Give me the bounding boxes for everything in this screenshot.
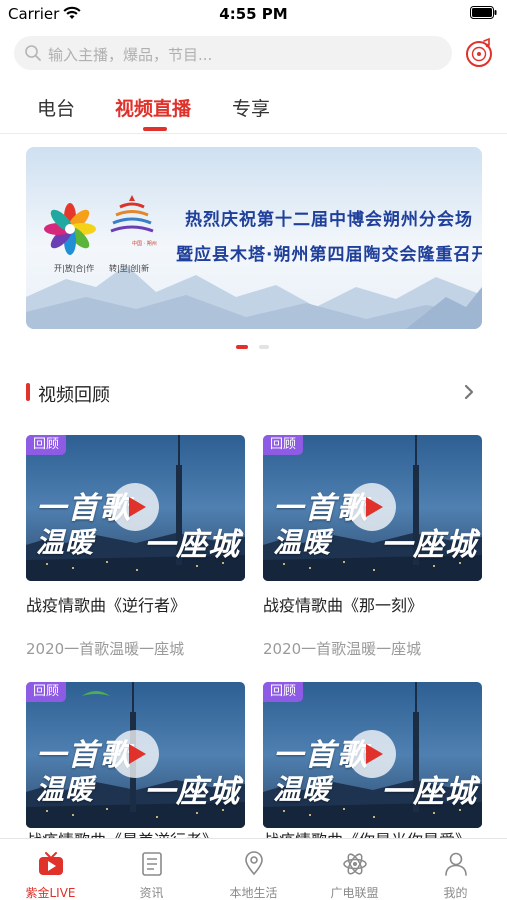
video-subtitle: 2020一首歌温暖一座城 (263, 640, 422, 658)
thumbnail-caption: 温暖 (273, 773, 332, 806)
review-badge: 回顾 (26, 435, 66, 455)
video-thumbnail[interactable]: 回顾 一首歌 温暖 一座城 (26, 435, 245, 581)
video-thumbnail[interactable]: 回顾 一首歌 温暖 一座城 (26, 682, 245, 828)
search-input[interactable]: 输入主播，爆品，节目... (14, 36, 452, 70)
status-time: 4:55 PM (219, 5, 288, 23)
bottom-tab-me[interactable]: 我的 (405, 839, 506, 900)
bottom-tab-alliance[interactable]: 广电联盟 (304, 839, 405, 900)
bottom-tab-label: 我的 (443, 886, 468, 900)
news-icon (142, 852, 162, 876)
logo-right-slogan: 转|型|创|新 (109, 264, 150, 273)
logo-left-slogan: 开|放|合|作 (54, 264, 95, 273)
battery-icon (470, 6, 497, 19)
banner-headline-1: 热烈庆祝第十二届中博会朔州分会场 (185, 210, 473, 230)
review-badge: 回顾 (263, 682, 303, 702)
tab-video-live[interactable]: 视频直播 (115, 94, 191, 121)
section-accent-bar (26, 383, 30, 401)
play-icon[interactable] (110, 729, 160, 779)
video-thumbnail[interactable]: 回顾 一首歌 温暖 一座城 (263, 435, 482, 581)
tab-indicator (143, 127, 167, 131)
tower-logo-icon (110, 195, 154, 233)
review-badge: 回顾 (263, 435, 303, 455)
bottom-tab-live[interactable]: 紫金LIVE (0, 839, 101, 900)
status-bar: Carrier 4:55 PM (0, 0, 507, 28)
bottom-tab-news[interactable]: 资讯 (101, 839, 202, 900)
video-subtitle: 2020一首歌温暖一座城 (26, 640, 185, 658)
video-card[interactable]: 回顾 一首歌 温暖 一座城 战疫情歌曲《最美逆行者》 (26, 682, 245, 841)
bottom-tab-label: 广电联盟 (330, 886, 379, 900)
record-button[interactable] (463, 37, 495, 69)
banner-headline-2: 暨应县木塔·朔州第四届陶交会隆重召开 (176, 245, 482, 265)
bottom-tab-bar: 紫金LIVE 资讯 本地生活 广电联盟 我的 (0, 838, 507, 900)
bottom-tab-label: 紫金LIVE (25, 886, 76, 900)
section-title: 视频回顾 (38, 385, 110, 406)
thumbnail-caption: 温暖 (36, 526, 95, 559)
user-icon (445, 852, 467, 876)
video-title: 战疫情歌曲《那一刻》 (263, 596, 424, 615)
pager-dot[interactable] (259, 345, 269, 349)
tab-radio[interactable]: 电台 (37, 94, 75, 121)
search-icon (25, 45, 41, 61)
atom-icon (343, 853, 367, 875)
banner[interactable]: 中国 · 朔州 开|放|合|作 转|型|创|新 热烈庆祝第十二届中博会朔州分会场… (26, 147, 482, 329)
logo-right-caption: 中国 · 朔州 (132, 241, 157, 247)
play-icon[interactable] (347, 729, 397, 779)
tv-icon (39, 852, 63, 875)
chevron-right-icon[interactable] (462, 383, 476, 401)
video-card[interactable]: 回顾 一首歌 温暖 一座城 战疫情歌曲《那一刻》 2020一首歌温暖一座城 (263, 435, 482, 665)
video-thumbnail[interactable]: 回顾 一首歌 温暖 一座城 (263, 682, 482, 828)
thumbnail-caption: 温暖 (36, 773, 95, 806)
tab-exclusive[interactable]: 专享 (232, 94, 270, 121)
video-card[interactable]: 回顾 一首歌 温暖 一座城 战疫情歌曲《逆行者》 2020一首歌温暖一座城 (26, 435, 245, 665)
tabs-divider (0, 133, 507, 134)
bottom-tab-label: 资讯 (139, 886, 164, 900)
play-icon[interactable] (110, 482, 160, 532)
play-icon[interactable] (347, 482, 397, 532)
flower-logo-icon (44, 203, 96, 255)
thumbnail-caption: 温暖 (273, 526, 332, 559)
bottom-tab-label: 本地生活 (229, 886, 278, 900)
video-title: 战疫情歌曲《逆行者》 (26, 596, 187, 615)
review-badge: 回顾 (26, 682, 66, 702)
search-placeholder: 输入主播，爆品，节目... (48, 46, 213, 64)
bottom-tab-local-life[interactable]: 本地生活 (203, 839, 304, 900)
location-icon (245, 851, 263, 876)
video-card[interactable]: 回顾 一首歌 温暖 一座城 战疫情歌曲《你是光你是爱》 (263, 682, 482, 841)
pager-dot-active (236, 345, 248, 349)
